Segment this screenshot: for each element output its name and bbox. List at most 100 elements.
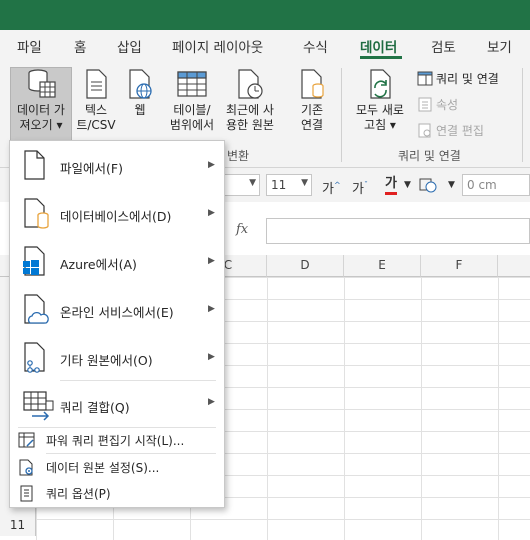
edit-links-icon <box>418 123 431 138</box>
column-header-d[interactable]: D <box>267 255 344 277</box>
refresh-all-button[interactable]: 모두 새로 고침 ▾ <box>350 68 410 133</box>
existing-connections-label-1: 기존 <box>300 103 324 117</box>
menu-item-from-database[interactable]: 데이터베이스에서(D) ▶ <box>10 189 224 237</box>
web-globe-icon <box>129 69 152 99</box>
get-data-dropdown-menu: 파일에서(F) ▶ 데이터베이스에서(D) ▶ Azure에서(A) ▶ 온라인… <box>9 140 225 508</box>
decrease-font-glyph: 가 <box>352 182 364 197</box>
refresh-icon <box>370 69 391 99</box>
from-table-range-button[interactable]: 테이블/ 범위에서 <box>166 68 218 133</box>
cloud-file-icon <box>24 294 49 324</box>
menu-item-label: 쿼리 옵션(P) <box>46 487 111 501</box>
row-header-11[interactable]: 11 <box>0 514 36 536</box>
queries-connections-label: 쿼리 및 연결 <box>436 72 499 86</box>
title-bar <box>0 0 530 30</box>
properties-icon <box>418 97 432 112</box>
menu-item-query-options[interactable]: 쿼리 옵션(P) <box>10 482 224 504</box>
table-range-label-2: 범위에서 <box>169 118 215 132</box>
other-sources-icon <box>24 342 45 373</box>
menu-item-data-source-settings[interactable]: 데이터 원본 설정(S)... <box>10 456 224 478</box>
ribbon-group-separator-2 <box>522 68 523 162</box>
shape-outline-icon <box>419 178 437 193</box>
database-table-icon <box>28 69 56 98</box>
decrease-font-size-button[interactable]: 가ˇ <box>352 178 368 197</box>
column-header-f[interactable]: F <box>421 255 498 277</box>
queries-pane-icon <box>417 71 433 86</box>
fx-icon[interactable]: fx <box>236 222 248 237</box>
data-source-settings-icon <box>19 459 33 476</box>
tab-view[interactable]: 보기 <box>487 36 512 56</box>
chevron-right-icon: ▶ <box>208 160 215 170</box>
chevron-down-icon: ▼ <box>249 178 256 188</box>
menu-item-label: 데이터베이스에서(D) <box>60 209 172 224</box>
from-web-button[interactable]: 웹 <box>122 68 158 118</box>
query-options-icon <box>20 485 33 502</box>
menu-item-from-other-sources[interactable]: 기타 원본에서(O) ▶ <box>10 333 224 381</box>
width-input[interactable]: 0 cm <box>462 174 530 196</box>
ribbon-tab-bar: 파일 홈 삽입 페이지 레이아웃 수식 데이터 검토 보기 <box>0 30 530 60</box>
refresh-all-label-2: 고침 ▾ <box>364 118 396 132</box>
table-icon <box>177 71 207 97</box>
database-file-icon <box>24 198 49 229</box>
recent-sources-button[interactable]: 최근에 사 용한 원본 <box>220 68 280 133</box>
text-file-icon <box>86 69 107 99</box>
refresh-all-label-1: 모두 새로 <box>356 103 404 117</box>
get-data-label-1: 데이터 가 <box>17 103 65 117</box>
menu-item-launch-power-query-editor[interactable]: 파워 쿼리 편집기 시작(L)... <box>10 429 224 451</box>
font-color-glyph: 가 <box>385 176 397 191</box>
column-header-e[interactable]: E <box>344 255 421 277</box>
power-query-editor-icon <box>18 432 35 448</box>
shape-outline-button[interactable] <box>418 176 438 198</box>
chevron-right-icon: ▶ <box>208 208 215 218</box>
get-data-label-2: 져오기 ▾ <box>19 118 63 132</box>
column-header-g[interactable] <box>498 255 530 277</box>
width-input-value: 0 cm <box>467 178 497 192</box>
menu-item-label: 파일에서(F) <box>60 161 123 176</box>
edit-links-button[interactable]: 연결 편집 <box>417 122 484 139</box>
combine-queries-icon <box>23 391 54 421</box>
font-color-button[interactable]: 가 <box>385 176 397 195</box>
tab-formulas[interactable]: 수식 <box>303 36 328 56</box>
existing-connections-button[interactable]: 기존 연결 <box>292 68 332 133</box>
menu-item-label: 기타 원본에서(O) <box>60 353 153 368</box>
menu-item-combine-queries[interactable]: 쿼리 결합(Q) ▶ <box>10 383 224 427</box>
font-size-combo[interactable]: 11 ▼ <box>266 174 312 196</box>
edit-links-label: 연결 편집 <box>436 124 484 138</box>
queries-connections-button[interactable]: 쿼리 및 연결 <box>417 70 499 87</box>
chevron-down-icon[interactable]: ▼ <box>448 180 455 190</box>
tab-insert[interactable]: 삽입 <box>117 36 142 56</box>
chevron-right-icon: ▶ <box>208 397 215 407</box>
chevron-down-icon[interactable]: ▼ <box>404 180 411 190</box>
recent-sources-label-2: 용한 원본 <box>226 118 274 132</box>
menu-item-label: 데이터 원본 설정(S)... <box>46 461 160 475</box>
menu-item-from-azure[interactable]: Azure에서(A) ▶ <box>10 237 224 285</box>
menu-item-from-online-services[interactable]: 온라인 서비스에서(E) ▶ <box>10 285 224 333</box>
text-csv-label-1: 텍스 <box>84 103 108 117</box>
formula-input[interactable] <box>266 218 530 244</box>
tab-review[interactable]: 검토 <box>431 36 456 56</box>
get-data-button-content[interactable]: 데이터 가 져오기 ▾ <box>11 68 71 133</box>
tab-page-layout[interactable]: 페이지 레이아웃 <box>172 36 263 56</box>
menu-item-label: Azure에서(A) <box>60 257 137 272</box>
menu-separator <box>46 453 216 454</box>
ribbon-group-queries-label: 쿼리 및 연결 <box>398 149 461 163</box>
tab-data[interactable]: 데이터 <box>360 36 397 56</box>
recent-sources-clock-icon <box>238 69 263 99</box>
tab-file[interactable]: 파일 <box>17 36 42 56</box>
menu-item-from-file[interactable]: 파일에서(F) ▶ <box>10 141 224 189</box>
existing-connections-icon <box>301 69 324 99</box>
ribbon-group-transform-label: 변환 <box>227 149 250 163</box>
increase-font-size-button[interactable]: 가^ <box>322 178 341 197</box>
recent-sources-label-1: 최근에 사 <box>226 103 274 117</box>
chevron-right-icon: ▶ <box>208 352 215 362</box>
tab-home[interactable]: 홈 <box>74 36 86 56</box>
properties-button[interactable]: 속성 <box>417 96 458 113</box>
file-icon <box>24 150 45 180</box>
table-range-label-1: 테이블/ <box>173 103 211 117</box>
chevron-down-icon: ▼ <box>301 178 308 188</box>
chevron-right-icon: ▶ <box>208 256 215 266</box>
menu-separator <box>60 380 216 381</box>
active-tab-indicator <box>360 56 402 59</box>
menu-item-label: 파워 쿼리 편집기 시작(L)... <box>46 434 185 448</box>
from-text-csv-button[interactable]: 텍스 트/CSV <box>76 68 116 133</box>
font-name-combo[interactable]: ▼ <box>222 174 260 196</box>
